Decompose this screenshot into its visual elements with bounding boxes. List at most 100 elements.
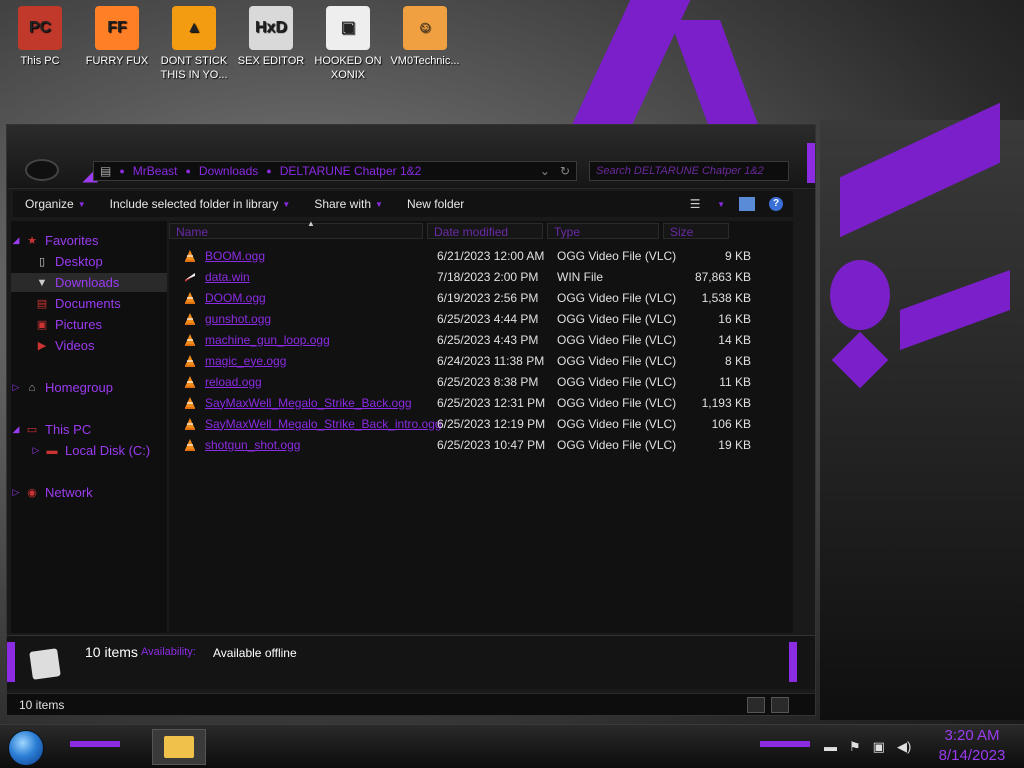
system-tray: ▬ ⚑ ▣ ◀) [824, 739, 911, 755]
column-header-name[interactable]: Name [169, 223, 423, 239]
shortcut-label: DONT STICK THIS IN YO... [160, 55, 228, 81]
nav-item-local-disk[interactable]: ▷ ▬ Local Disk (C:) [11, 441, 167, 460]
details-corner-accent [789, 642, 797, 682]
expand-arrow-icon[interactable]: ▷ [11, 487, 21, 498]
desktop-shortcut[interactable]: ▣ HOOKED ON XONIX [312, 6, 384, 82]
nav-item-this-pc[interactable]: ◢ ▭ This PC [11, 420, 167, 439]
back-forward-orb[interactable] [25, 159, 59, 181]
address-bar[interactable]: ▤ ● MrBeast ● Downloads ● DELTARUNE Chat… [93, 161, 577, 181]
refresh-icon[interactable]: ↻ [560, 164, 570, 178]
file-row[interactable]: gunshot.ogg 6/25/2023 4:44 PM OGG Video Fi… [183, 308, 783, 329]
nav-item-documents[interactable]: ▤ Documents [11, 294, 167, 313]
file-list: ▲ Name Date modified Type Size BOOM.ogg 6… [169, 219, 793, 633]
new-folder-button[interactable]: New folder [395, 197, 476, 211]
chevron-down-icon[interactable]: ▼ [717, 200, 725, 209]
file-size: 1,193 KB [701, 395, 751, 410]
expand-arrow-icon[interactable]: ▷ [31, 445, 41, 456]
column-header-type[interactable]: Type [547, 223, 659, 239]
preview-pane-icon[interactable] [739, 197, 755, 211]
vlc-icon [183, 249, 197, 263]
file-type: WIN File [557, 269, 603, 284]
expand-arrow-icon[interactable]: ◢ [11, 424, 21, 435]
file-row[interactable]: BOOM.ogg 6/21/2023 12:00 AM OGG Video File… [183, 245, 783, 266]
shortcut-icon: ▲ [172, 6, 216, 50]
include-in-library-button[interactable]: Include selected folder in library ▼ [98, 197, 303, 211]
shortcut-label: This PC [20, 55, 60, 67]
file-row[interactable]: DOOM.ogg 6/19/2023 2:56 PM OGG Video File … [183, 287, 783, 308]
file-type: OGG Video File (VLC) [557, 290, 677, 305]
organize-button[interactable]: Organize ▼ [13, 197, 98, 211]
sort-ascending-icon: ▲ [307, 219, 315, 228]
file-type: OGG Video File (VLC) [557, 248, 677, 263]
nav-item-label: Documents [55, 296, 121, 311]
change-view-icon[interactable]: ☰ [687, 197, 703, 211]
desktop-shortcut[interactable]: ☺ VM0Technic... [389, 6, 461, 68]
wallpaper-stripe [830, 260, 890, 330]
file-type: OGG Video File (VLC) [557, 374, 677, 389]
nav-item-videos[interactable]: ▶ Videos [11, 336, 167, 355]
file-size: 8 KB [724, 353, 751, 368]
breadcrumb-item[interactable]: Downloads [199, 164, 258, 178]
desktop-shortcut[interactable]: PC This PC [4, 6, 76, 68]
file-row[interactable]: magic_eye.ogg 6/24/2023 11:38 PM OGG Video… [183, 350, 783, 371]
vlc-icon [183, 417, 197, 431]
column-header-date[interactable]: Date modified [427, 223, 543, 239]
clock-date[interactable]: 8/14/2023 [932, 747, 1012, 764]
file-row[interactable]: shotgun_shot.ogg 6/25/2023 10:47 PM OGG Vi… [183, 434, 783, 455]
file-row[interactable]: reload.ogg 6/25/2023 8:38 PM OGG Video Fil… [183, 371, 783, 392]
large-icons-view-icon[interactable] [771, 697, 789, 713]
expand-arrow-icon[interactable]: ▷ [11, 382, 21, 393]
breadcrumb-item[interactable]: DELTARUNE Chatper 1&2 [280, 164, 422, 178]
shortcut-label: HOOKED ON XONIX [314, 55, 382, 81]
taskbar-explorer-button[interactable] [152, 729, 206, 765]
computer-icon: ▭ [26, 424, 38, 436]
file-name-cell: SayMaxWell_Megalo_Strike_Back_intro.ogg [183, 417, 442, 431]
wallpaper-stripe [669, 20, 761, 130]
search-input[interactable]: Search DELTARUNE Chatper 1&2 [589, 161, 789, 181]
nav-item-desktop[interactable]: ▯ Desktop [11, 252, 167, 271]
availability-label: Availability: [141, 646, 196, 658]
desktop-shortcut[interactable]: FF FURRY FUX [81, 6, 153, 68]
file-name-cell: DOOM.ogg [183, 291, 437, 305]
vlc-icon [183, 333, 197, 347]
clock-time[interactable]: 3:20 AM [932, 727, 1012, 744]
vlc-icon [183, 291, 197, 305]
details-view-icon[interactable] [747, 697, 765, 713]
taskbar: ▬ ⚑ ▣ ◀) 3:20 AM 8/14/2023 [0, 724, 1024, 768]
file-row[interactable]: machine_gun_loop.ogg 6/25/2023 4:43 PM OGG… [183, 329, 783, 350]
start-button[interactable] [8, 730, 44, 766]
nav-item-favorites[interactable]: ◢ ★ Favorites [11, 231, 167, 250]
action-center-flag-icon[interactable]: ⚑ [849, 739, 861, 755]
file-type: OGG Video File (VLC) [557, 437, 677, 452]
network-tray-icon[interactable]: ▣ [873, 739, 885, 755]
nav-item-downloads[interactable]: ▼ Downloads [11, 273, 167, 292]
file-size: 106 KB [711, 416, 751, 431]
file-row[interactable]: data.win 7/18/2023 2:00 PM WIN File 87,863 … [183, 266, 783, 287]
taskbar-accent [760, 741, 810, 747]
videos-icon: ▶ [37, 340, 47, 352]
chevron-down-icon[interactable]: ⌄ [540, 164, 550, 178]
chevron-right-icon: ● [185, 166, 191, 176]
file-row[interactable]: SayMaxWell_Megalo_Strike_Back.ogg 6/25/20… [183, 392, 783, 413]
desktop-shortcut[interactable]: HxD SEX EDITOR [235, 6, 307, 68]
share-with-button[interactable]: Share with ▼ [302, 197, 395, 211]
expand-arrow-icon[interactable]: ◢ [11, 235, 21, 246]
nav-item-label: Desktop [55, 254, 103, 269]
file-name: SayMaxWell_Megalo_Strike_Back.ogg [205, 395, 412, 410]
show-hidden-icons-icon[interactable]: ▬ [824, 739, 837, 755]
nav-item-network[interactable]: ▷ ◉ Network [11, 483, 167, 502]
file-name: gunshot.ogg [205, 311, 272, 326]
taskbar-accent [70, 741, 120, 747]
nav-item-pictures[interactable]: ▣ Pictures [11, 315, 167, 334]
desktop-shortcut[interactable]: ▲ DONT STICK THIS IN YO... [158, 6, 230, 82]
volume-icon[interactable]: ◀) [897, 739, 911, 755]
file-row[interactable]: SayMaxWell_Megalo_Strike_Back_intro.ogg 6… [183, 413, 783, 434]
shortcut-label: SEX EDITOR [237, 55, 305, 67]
nav-item-label: This PC [45, 422, 92, 437]
breadcrumb-item[interactable]: MrBeast [133, 164, 178, 178]
file-date: 6/19/2023 2:56 PM [437, 290, 539, 305]
window-corner-accent [807, 143, 815, 183]
column-header-size[interactable]: Size [663, 223, 729, 239]
help-icon[interactable]: ? [769, 197, 783, 211]
nav-item-homegroup[interactable]: ▷ ⌂ Homegroup [11, 378, 167, 397]
